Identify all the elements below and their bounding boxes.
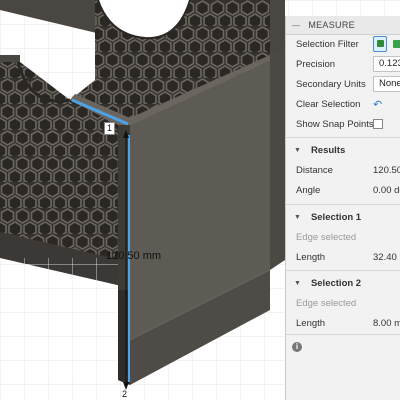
selection1-title: Selection 1 — [310, 211, 362, 223]
chevron-down-icon: ▼ — [294, 213, 301, 221]
show-snap-points-row: Show Snap Points — [296, 115, 400, 133]
angle-row: Angle 0.00 de — [296, 181, 400, 199]
point-1-marker[interactable]: 1 — [104, 122, 116, 135]
selection1-state-row: Edge selected — [296, 228, 400, 246]
show-snap-points-checkbox[interactable] — [373, 119, 383, 129]
precision-dropdown[interactable]: 0.123 — [373, 56, 400, 72]
distance-value: 120.50 — [373, 164, 400, 176]
clear-selection-row: Clear Selection ↶ — [296, 95, 400, 113]
selection2-section-header[interactable]: ▼ Selection 2 — [294, 274, 361, 292]
divider — [286, 137, 400, 138]
body-filter-icon[interactable] — [373, 36, 387, 52]
selection2-length-row: Length 8.00 m — [296, 314, 400, 332]
selection1-length-value: 32.40 n — [373, 251, 400, 263]
secondary-units-row: Secondary Units None — [296, 75, 400, 93]
angle-label: Angle — [296, 184, 321, 196]
angle-value: 0.00 de — [373, 184, 400, 196]
selection1-section-header[interactable]: ▼ Selection 1 — [294, 208, 361, 226]
secondary-units-dropdown[interactable]: None — [373, 76, 400, 92]
chevron-down-icon: ▼ — [294, 146, 301, 154]
clear-selection-icon[interactable]: ↶ — [373, 98, 382, 111]
selection2-title: Selection 2 — [310, 277, 362, 289]
selection1-length-row: Length 32.40 n — [296, 248, 400, 266]
divider — [286, 334, 400, 335]
chevron-down-icon: ▼ — [294, 279, 301, 287]
measure-panel: — MEASURE Selection Filter Precision 0.1… — [285, 16, 400, 400]
distance-label: Distance — [296, 164, 333, 176]
dimension-label: 120.50 mm — [106, 250, 162, 262]
precision-row: Precision 0.123 — [296, 55, 400, 73]
precision-label: Precision — [296, 58, 336, 70]
results-section-header[interactable]: ▼ Results — [294, 141, 345, 159]
distance-row: Distance 120.50 — [296, 161, 400, 179]
selection-filter-row: Selection Filter — [296, 35, 400, 53]
selection2-state: Edge selected — [296, 297, 357, 309]
selection-filter-label: Selection Filter — [296, 38, 359, 50]
face-filter-icon[interactable] — [391, 37, 400, 51]
secondary-units-label: Secondary Units — [296, 78, 366, 90]
selection1-length-label: Length — [296, 251, 326, 263]
panel-title: MEASURE — [308, 20, 355, 30]
selection1-state: Edge selected — [296, 231, 357, 243]
divider — [286, 204, 400, 205]
collapse-icon[interactable]: — — [292, 21, 300, 30]
selection2-state-row: Edge selected — [296, 294, 400, 312]
panel-header[interactable]: — MEASURE — [286, 16, 400, 35]
divider — [286, 270, 400, 271]
info-icon[interactable]: i — [292, 342, 302, 352]
selection2-length-label: Length — [296, 317, 326, 329]
clear-selection-label: Clear Selection — [296, 98, 361, 110]
results-title: Results — [310, 144, 346, 156]
show-snap-points-label: Show Snap Points — [296, 118, 374, 130]
point-2-marker[interactable]: 2 — [122, 389, 127, 399]
selection2-length-value: 8.00 m — [373, 317, 400, 329]
